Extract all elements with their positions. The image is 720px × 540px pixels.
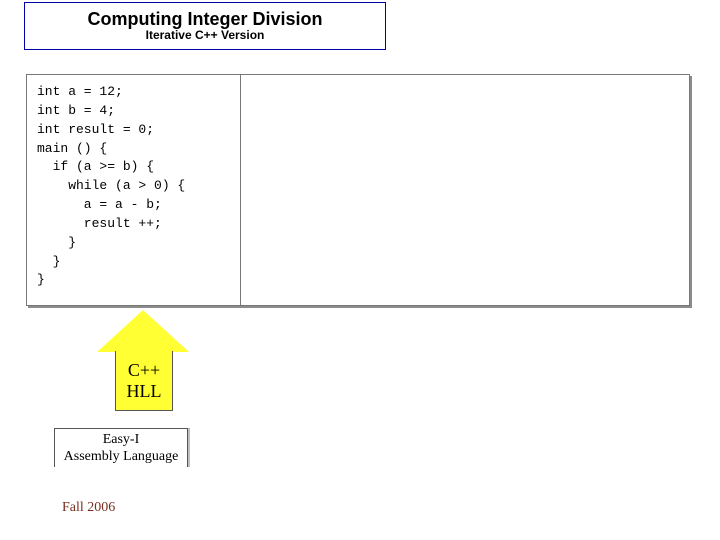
down-arrow-line2: Assembly Language	[64, 449, 179, 465]
up-arrow-line2: HLL	[127, 381, 162, 402]
down-arrow-line1: Easy-I	[103, 432, 140, 448]
title-sub: Iterative C++ Version	[146, 29, 265, 42]
cpp-hll-arrow: C++ HLL	[97, 310, 189, 422]
title-main: Computing Integer Division	[87, 10, 322, 30]
down-arrow-body: Easy-I Assembly Language	[54, 428, 188, 468]
arrow-head	[97, 310, 189, 352]
assembly-arrow: Easy-I Assembly Language	[54, 428, 228, 484]
content-box: int a = 12; int b = 4; int result = 0; m…	[26, 74, 690, 306]
footer-text: Fall 2006	[62, 500, 115, 516]
arrow-body: C++ HLL	[115, 351, 173, 411]
slide: Computing Integer Division Iterative C++…	[0, 0, 720, 540]
code-panel: int a = 12; int b = 4; int result = 0; m…	[27, 75, 241, 305]
down-arrow-head	[34, 467, 208, 483]
title-box: Computing Integer Division Iterative C++…	[24, 2, 386, 50]
up-arrow-line1: C++	[128, 360, 160, 381]
